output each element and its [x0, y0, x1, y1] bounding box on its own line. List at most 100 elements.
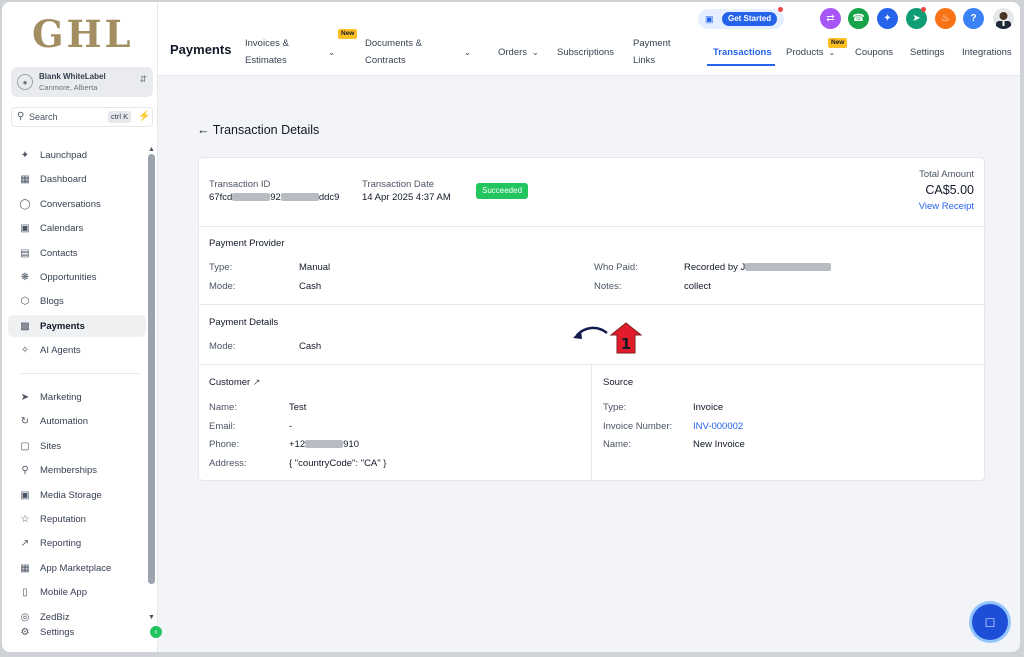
- automation-icon: ↻: [20, 415, 30, 427]
- source-name-value: New Invoice: [693, 439, 745, 450]
- memberships-icon: ⚲: [21, 464, 29, 476]
- chevron-down-icon: ⌄: [464, 47, 471, 57]
- sidebar-item-label: Opportunities: [40, 271, 97, 283]
- scroll-down-arrow-icon[interactable]: ▼: [148, 614, 155, 621]
- provider-type-label: Type:: [209, 262, 233, 273]
- customer-phone-label: Phone:: [209, 439, 240, 450]
- translate-icon[interactable]: ⇄: [820, 8, 841, 29]
- phone-icon[interactable]: ☎: [848, 8, 869, 29]
- view-receipt-link[interactable]: View Receipt: [919, 201, 974, 212]
- tab-label: Products: [786, 46, 824, 58]
- sidebar-item-label: Marketing: [40, 391, 82, 403]
- active-tab-indicator: [707, 64, 775, 66]
- get-started-pill[interactable]: ▣ Get Started: [698, 9, 784, 29]
- sidebar-item-payments[interactable]: ▩ Payments: [8, 315, 146, 337]
- tab-label: Subscriptions: [557, 46, 615, 58]
- sidebar-item-memberships[interactable]: ⚲ Memberships: [8, 459, 146, 481]
- sidebar-item-label: Memberships: [40, 464, 98, 476]
- id-part: 92: [270, 192, 281, 203]
- sidebar-item-label: Sites: [40, 440, 62, 452]
- tab-payment-links[interactable]: Payment Links: [633, 34, 681, 70]
- sidebar-item-calendars[interactable]: ▣ Calendars: [8, 217, 146, 239]
- payment-details-title: Payment Details: [209, 317, 279, 328]
- account-location: Canmore, Alberta: [39, 83, 98, 92]
- sidebar-item-label: Launchpad: [40, 149, 88, 161]
- new-badge: New: [338, 29, 358, 39]
- sidebar-item-ai-agents[interactable]: ✧ AI Agents: [8, 339, 146, 361]
- source-type-value: Invoice: [693, 402, 724, 413]
- tab-label: Invoices & Estimates: [245, 38, 289, 66]
- opportunities-icon: ❋: [20, 271, 30, 283]
- user-avatar[interactable]: [993, 8, 1014, 29]
- sidebar-scrollbar[interactable]: [148, 154, 155, 584]
- sidebar-item-label: Calendars: [40, 222, 84, 234]
- scroll-up-arrow-icon[interactable]: ▲: [148, 146, 155, 153]
- notification-dot: [778, 7, 783, 12]
- sidebar-item-reputation[interactable]: ☆ Reputation: [8, 508, 146, 530]
- collapse-sidebar-icon[interactable]: ‹: [150, 626, 162, 638]
- sidebar-item-conversations[interactable]: ◯ Conversations: [8, 193, 146, 215]
- provider-mode-value: Cash: [299, 281, 322, 292]
- sidebar-item-label: Settings: [40, 626, 75, 638]
- search-box[interactable]: ⚲ Search ctrl K ⚡: [11, 107, 153, 127]
- get-started-button[interactable]: Get Started: [722, 12, 778, 26]
- tab-label: Documents & Contracts: [365, 38, 423, 66]
- tab-subscriptions[interactable]: Subscriptions: [557, 34, 614, 70]
- sidebar-item-reporting[interactable]: ↗ Reporting: [8, 532, 146, 554]
- account-avatar-icon: ●: [17, 74, 33, 90]
- back-link[interactable]: ← Transaction Details: [197, 123, 319, 137]
- tab-label: Settings: [910, 46, 945, 58]
- divider: [199, 304, 986, 305]
- transaction-date-value: 14 Apr 2025 4:37 AM: [362, 192, 451, 203]
- sidebar-item-sites[interactable]: ▢ Sites: [8, 435, 146, 457]
- tab-label: Payment Links: [633, 38, 671, 66]
- tab-orders[interactable]: Orders ⌄: [498, 34, 539, 70]
- invoice-number-link[interactable]: INV-000002: [693, 421, 743, 432]
- sidebar-item-dashboard[interactable]: ▦ Dashboard: [8, 168, 146, 190]
- page-title: Payments: [170, 42, 232, 57]
- tab-invoices-estimates[interactable]: Invoices & Estimates ⌄: [245, 34, 335, 70]
- customer-title: Customer ↗: [209, 377, 260, 388]
- sidebar-item-label: Reporting: [40, 537, 82, 549]
- customer-address-label: Address:: [209, 458, 247, 469]
- sidebar-item-app-marketplace[interactable]: ▦ App Marketplace: [8, 557, 146, 579]
- sidebar-item-automation[interactable]: ↻ Automation: [8, 410, 146, 432]
- sidebar-item-launchpad[interactable]: ✦ Launchpad: [8, 144, 146, 166]
- sidebar-item-label: Contacts: [40, 247, 78, 259]
- customer-title-text: Customer: [209, 377, 251, 388]
- notification-dot: [921, 7, 926, 12]
- tab-coupons[interactable]: Coupons: [855, 34, 893, 70]
- sidebar-item-opportunities[interactable]: ❋ Opportunities: [8, 266, 146, 288]
- help-icon[interactable]: ?: [963, 8, 984, 29]
- gear-icon: ⚙: [20, 626, 30, 638]
- sidebar-item-marketing[interactable]: ➤ Marketing: [8, 386, 146, 408]
- chevron-down-icon: ⌄: [532, 47, 539, 57]
- sidebar-item-mobile-app[interactable]: ▯ Mobile App: [8, 581, 146, 603]
- customer-email-value: -: [289, 421, 293, 432]
- sidebar-item-settings[interactable]: ⚙ Settings: [8, 621, 146, 643]
- magic-icon[interactable]: ✦: [877, 8, 898, 29]
- cube-icon: ⬡: [20, 295, 30, 307]
- tab-settings[interactable]: Settings: [910, 34, 944, 70]
- source-name-label: Name:: [603, 439, 631, 450]
- contacts-icon: ▤: [20, 247, 30, 259]
- bell-icon[interactable]: ♨: [935, 8, 956, 29]
- notes-label: Notes:: [594, 281, 622, 292]
- send-icon: ➤: [20, 391, 30, 403]
- chat-widget-icon[interactable]: □: [972, 604, 1008, 640]
- divider: [199, 364, 986, 365]
- redacted-block: [745, 263, 832, 272]
- sidebar-item-media-storage[interactable]: ▣ Media Storage: [8, 484, 146, 506]
- sidebar-item-label: Blogs: [40, 295, 64, 307]
- image-icon: ▣: [20, 489, 30, 501]
- account-switcher[interactable]: ● Blank WhiteLabel Canmore, Alberta ⇵: [11, 67, 153, 97]
- external-link-icon[interactable]: ↗: [253, 377, 261, 387]
- tab-label: Integrations: [962, 46, 1012, 58]
- search-shortcut: ctrl K: [108, 111, 132, 123]
- sidebar-item-contacts[interactable]: ▤ Contacts: [8, 242, 146, 264]
- bolt-icon[interactable]: ⚡: [138, 111, 150, 122]
- tab-integrations[interactable]: Integrations: [962, 34, 1012, 70]
- sidebar-item-blogs[interactable]: ⬡ Blogs: [8, 290, 146, 312]
- notes-value: collect: [684, 281, 711, 292]
- tab-documents-contracts[interactable]: Documents & Contracts ⌄: [365, 34, 485, 70]
